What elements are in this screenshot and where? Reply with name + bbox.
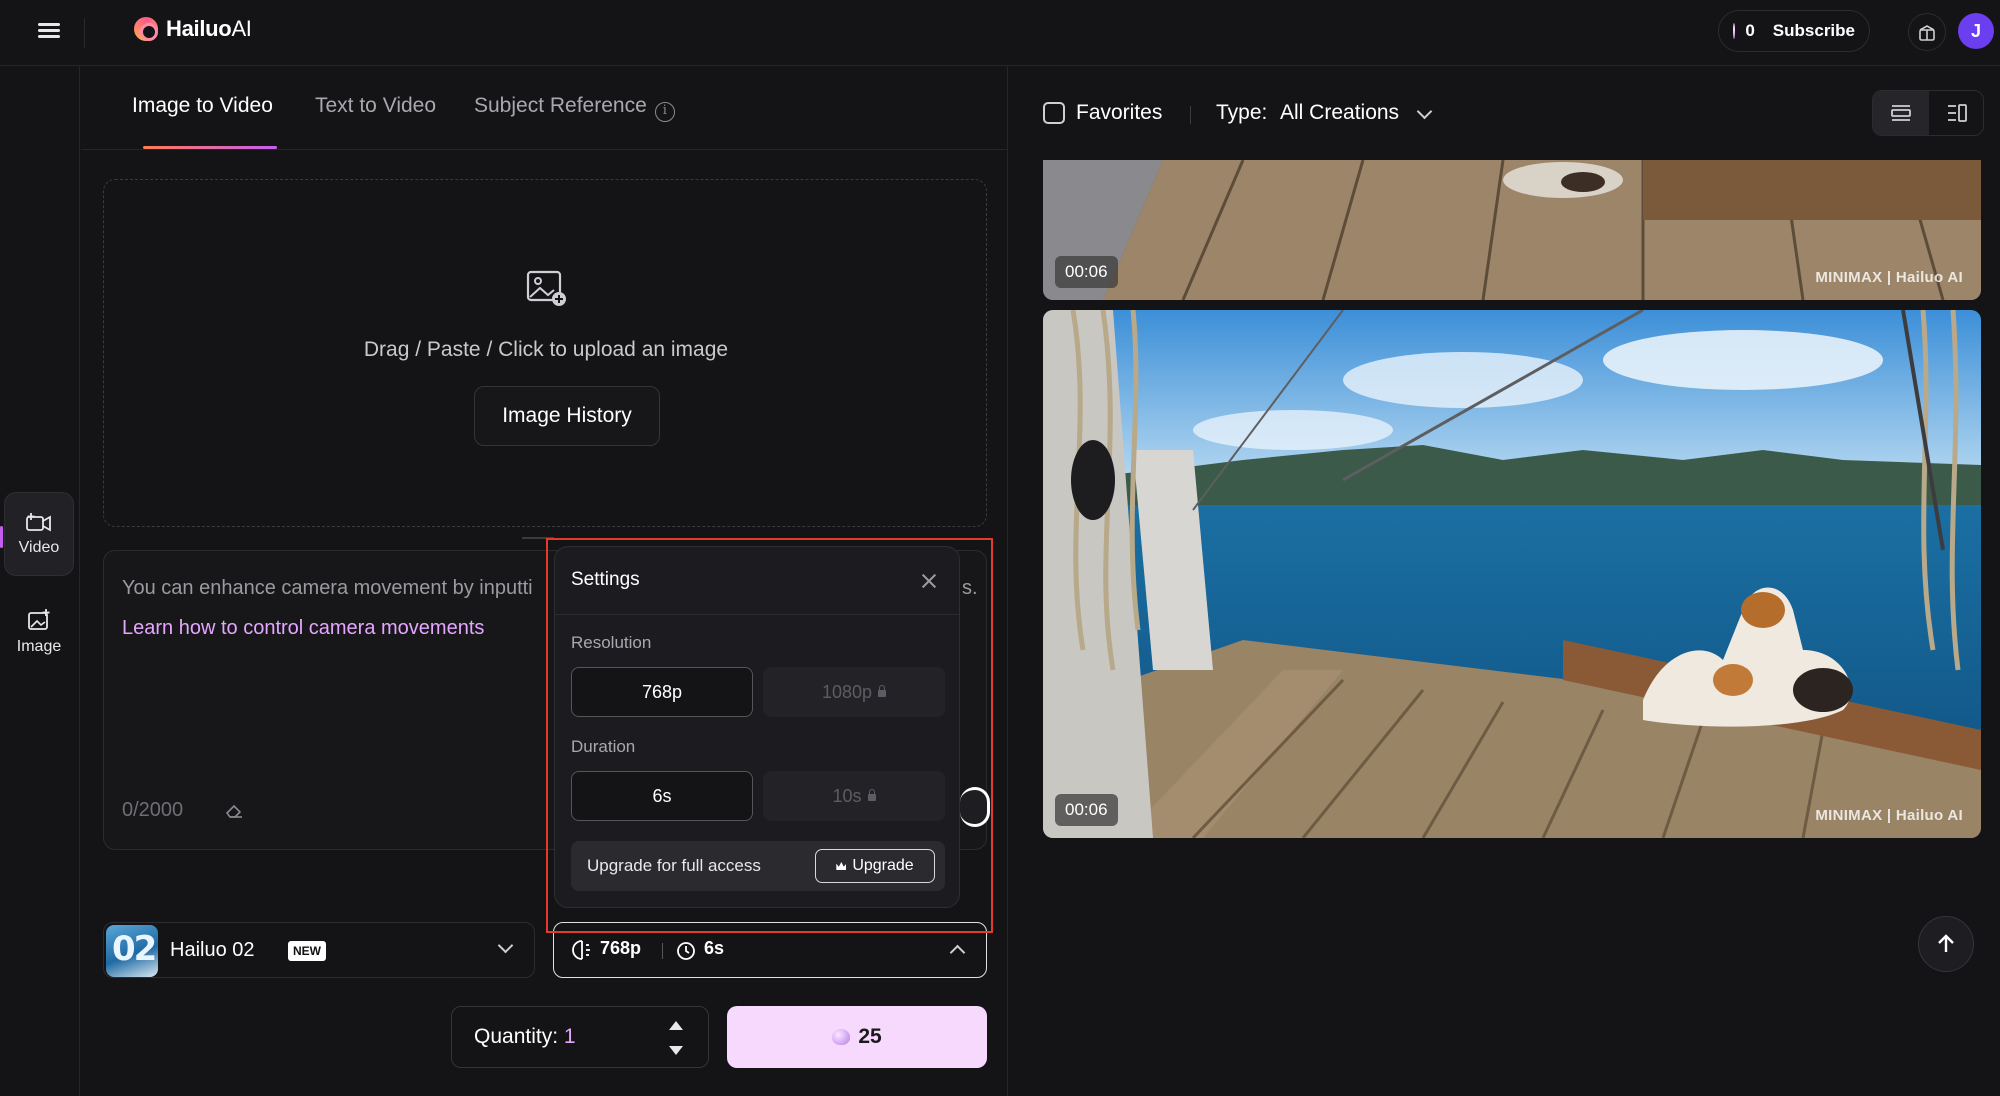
credit-count: 0 — [1745, 21, 1755, 40]
mode-tabs: Image to Video Text to Video Subject Ref… — [81, 66, 1007, 150]
favorites-label[interactable]: Favorites — [1076, 101, 1162, 125]
generate-button[interactable]: 25 — [727, 1006, 987, 1068]
tab-text-to-video[interactable]: Text to Video — [315, 94, 436, 118]
lock-icon — [867, 788, 876, 801]
eraser-icon[interactable] — [224, 801, 244, 819]
divider — [662, 943, 663, 959]
rewards-button[interactable] — [1908, 13, 1946, 51]
gift-icon — [1919, 25, 1935, 41]
app-logo[interactable]: HailuoAI — [134, 16, 252, 42]
rail-item-video[interactable]: Video — [4, 492, 74, 576]
stepper-arrows-icon[interactable] — [666, 1019, 684, 1057]
prompt-placeholder-tail: s. — [962, 577, 978, 599]
rail-active-indicator — [0, 526, 3, 548]
model-thumbnail: 02 — [106, 925, 158, 977]
clock-icon — [677, 942, 695, 960]
resolution-label: Resolution — [571, 633, 652, 652]
assistant-badge[interactable] — [960, 787, 990, 827]
new-badge: NEW — [288, 941, 326, 961]
credit-gem-icon — [1733, 23, 1736, 39]
resolution-icon — [572, 940, 590, 960]
video-duration: 00:06 — [1055, 794, 1118, 826]
camera-movement-link[interactable]: Learn how to control camera movements — [122, 617, 484, 640]
popup-title: Settings — [571, 569, 640, 590]
rail-item-image[interactable]: Image — [4, 590, 74, 674]
subscribe-button[interactable]: Subscribe — [1773, 21, 1855, 41]
prompt-placeholder: You can enhance camera movement by input… — [122, 577, 533, 599]
video-plus-icon — [26, 513, 51, 532]
model-name: Hailuo 02 — [170, 939, 255, 961]
detail-view-icon — [1948, 104, 1967, 122]
rail-item-label: Image — [16, 638, 62, 655]
gallery-filter-bar: Favorites Type: All Creations — [1009, 66, 2000, 160]
duration-option-6s[interactable]: 6s — [571, 771, 753, 821]
divider — [1190, 106, 1191, 124]
arrow-up-icon — [1938, 934, 1954, 952]
tab-label: Subject Reference — [474, 94, 647, 117]
hailuo-logo-icon — [134, 17, 158, 41]
favorites-checkbox[interactable] — [1043, 102, 1065, 124]
character-count: 0/2000 — [122, 799, 184, 821]
video-thumbnail — [1043, 310, 1981, 838]
type-filter-dropdown[interactable]: All Creations — [1280, 101, 1399, 125]
tab-subject-reference[interactable]: Subject Reference i — [474, 94, 675, 122]
model-select[interactable]: 02 Hailuo 02 NEW — [103, 922, 535, 978]
tab-image-to-video[interactable]: Image to Video — [132, 94, 273, 118]
resolution-option-768p[interactable]: 768p — [571, 667, 753, 717]
rail-item-label: Video — [18, 539, 60, 556]
detail-view-button[interactable] — [1929, 91, 1985, 135]
lock-icon — [878, 684, 887, 697]
chevron-down-icon[interactable] — [1416, 103, 1433, 120]
list-view-button[interactable] — [1873, 91, 1929, 135]
credits-subscribe-pill[interactable]: 0 Subscribe — [1718, 10, 1870, 52]
video-card[interactable]: 00:06 MINIMAX | Hailuo AI — [1043, 160, 1981, 300]
resolution-option-1080p[interactable]: 1080p — [763, 667, 945, 717]
image-history-button[interactable]: Image History — [474, 386, 660, 446]
settings-select[interactable]: 768p 6s — [553, 922, 987, 978]
avatar[interactable]: J — [1958, 13, 1994, 49]
video-watermark: MINIMAX | Hailuo AI — [1815, 807, 1963, 824]
image-upload-dropzone[interactable]: Drag / Paste / Click to upload an image … — [103, 179, 987, 527]
video-watermark: MINIMAX | Hailuo AI — [1815, 269, 1963, 286]
resolution-value: 768p — [600, 938, 642, 958]
logo-text: HailuoAI — [166, 16, 252, 41]
video-duration: 00:06 — [1055, 256, 1118, 288]
upgrade-banner: Upgrade for full access Upgrade — [571, 841, 945, 891]
top-bar: HailuoAI 0 Subscribe J — [0, 0, 2000, 66]
image-plus-icon — [28, 609, 50, 630]
view-toggle — [1872, 90, 1984, 136]
list-view-icon — [1891, 105, 1911, 121]
duration-label: Duration — [571, 737, 636, 756]
duration-option-10s[interactable]: 10s — [763, 771, 945, 821]
type-label: Type: — [1216, 101, 1268, 124]
menu-icon[interactable] — [36, 20, 62, 42]
left-rail: Video Image — [0, 66, 80, 1096]
divider — [522, 537, 554, 539]
active-tab-underline — [143, 146, 277, 149]
chevron-down-icon — [497, 937, 514, 954]
generate-cost: 25 — [858, 1025, 882, 1048]
upgrade-text: Upgrade for full access — [587, 856, 761, 875]
divider — [84, 18, 85, 48]
quantity-value: 1 — [563, 1025, 576, 1048]
quantity-stepper[interactable]: Quantity: 1 — [451, 1006, 709, 1068]
chevron-up-icon — [949, 944, 966, 961]
close-icon[interactable] — [917, 569, 941, 593]
upload-instructions: Drag / Paste / Click to upload an image — [363, 338, 729, 361]
crown-icon — [836, 862, 847, 870]
credit-gem-icon — [832, 1029, 851, 1045]
upgrade-button[interactable]: Upgrade — [815, 849, 935, 883]
video-card[interactable]: 00:06 MINIMAX | Hailuo AI — [1043, 310, 1981, 838]
info-icon[interactable]: i — [654, 102, 675, 122]
popup-header: Settings — [555, 547, 959, 615]
image-upload-icon — [526, 270, 566, 306]
settings-popup: Settings Resolution 768p 1080p Duration … — [554, 546, 960, 908]
quantity-label: Quantity: 1 — [474, 1025, 576, 1048]
duration-value: 6s — [704, 938, 725, 958]
scroll-to-top-button[interactable] — [1918, 916, 1974, 972]
